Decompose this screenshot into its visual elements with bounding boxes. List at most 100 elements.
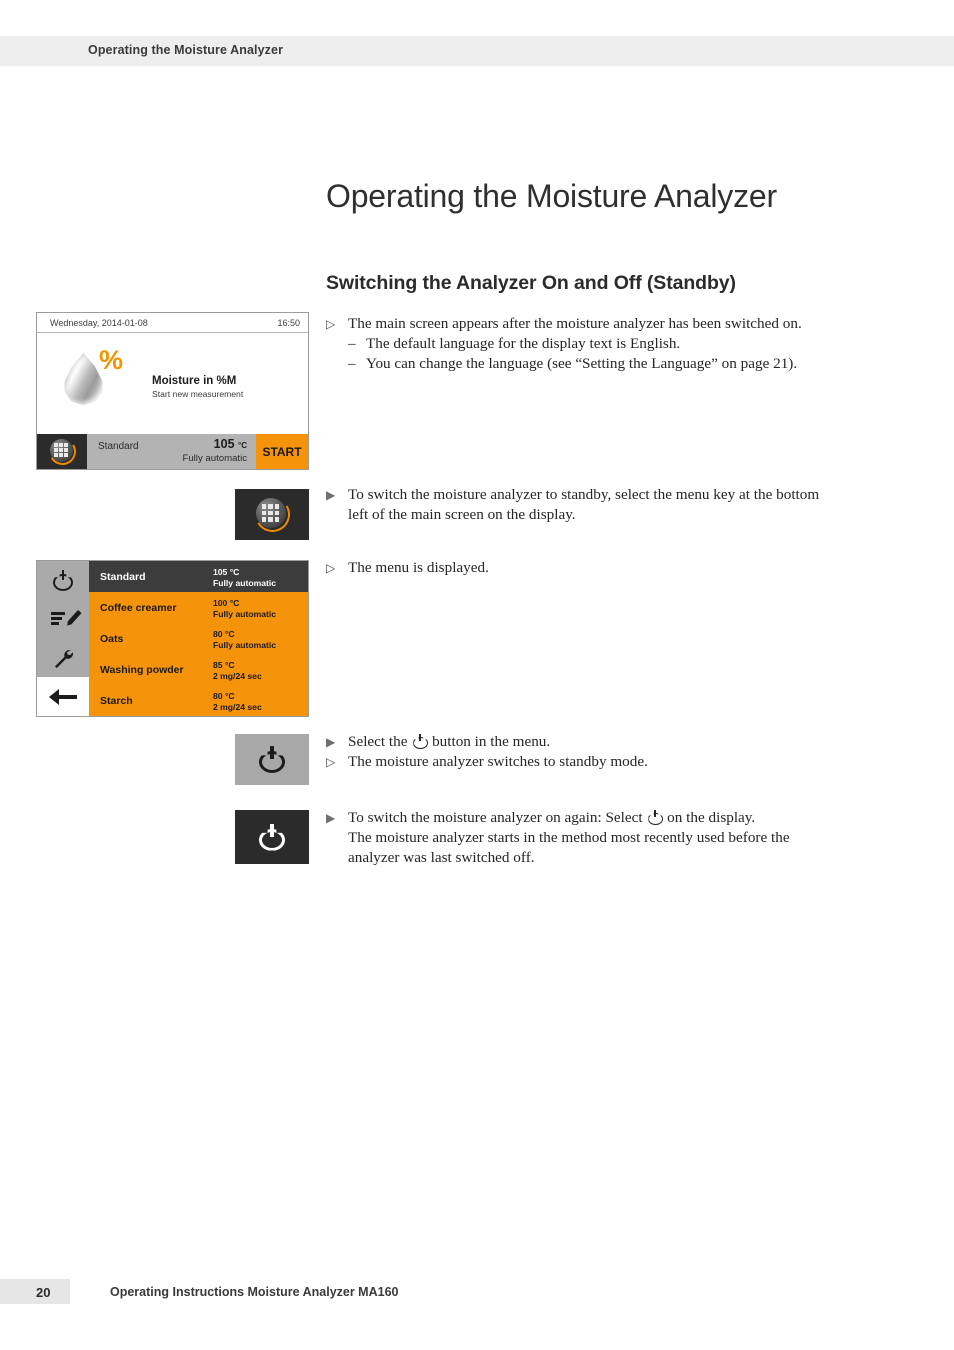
grid-menu-icon xyxy=(45,435,79,468)
step-5-line-2: The moisture analyzer starts in the meth… xyxy=(348,829,790,846)
power-icon xyxy=(259,823,285,851)
page-title: Operating the Moisture Analyzer xyxy=(326,178,777,214)
power-icon xyxy=(259,746,285,773)
footer-page-box xyxy=(0,1279,70,1304)
device-time: 16:50 xyxy=(277,318,300,328)
step-1-result: ▷ The main screen appears after the mois… xyxy=(326,314,871,334)
back-arrow-icon xyxy=(49,688,77,705)
step-2-block: ▶ To switch the moisture analyzer to sta… xyxy=(326,485,871,525)
step-2-action: ▶ To switch the moisture analyzer to sta… xyxy=(326,485,871,525)
method-name: Washing powder xyxy=(100,663,184,676)
step-4-result: ▷ The moisture analyzer switches to stan… xyxy=(326,752,871,772)
step-5-action: ▶ To switch the moisture analyzer on aga… xyxy=(326,808,871,868)
menu-screen-mockup: Standard 105 °C Fully automatic Coffee c… xyxy=(36,560,309,717)
method-list-item[interactable]: Starch 80 °C 2 mg/24 sec xyxy=(89,685,308,716)
step-4-action-text: Select the button in the menu. xyxy=(348,732,871,752)
menu-key-illustration[interactable] xyxy=(235,489,309,540)
grid-menu-icon xyxy=(250,493,294,536)
solid-triangle-icon: ▶ xyxy=(326,811,336,825)
method-mode: Fully automatic xyxy=(213,609,277,619)
method-temperature: 105 °C xyxy=(213,567,240,577)
sidebar-back-button[interactable] xyxy=(37,677,89,716)
method-list: Standard 105 °C Fully automatic Coffee c… xyxy=(89,561,308,716)
page-number: 20 xyxy=(36,1285,51,1300)
step-3-block: ▷ The menu is displayed. xyxy=(326,558,871,578)
percent-symbol-icon: % xyxy=(99,345,124,375)
method-temperature: 105 °C xyxy=(213,437,247,451)
step-1-sub-1-text: The default language for the display tex… xyxy=(366,335,681,352)
step-1-sub-2-text: You can change the language (see “Settin… xyxy=(366,355,798,372)
method-name: Oats xyxy=(100,632,124,645)
method-temperature: 80 °C xyxy=(213,691,235,701)
step-5-action-text: To switch the moisture analyzer on again… xyxy=(348,808,871,868)
section-heading: Switching the Analyzer On and Off (Stand… xyxy=(326,272,736,294)
method-mode: Fully automatic xyxy=(213,578,277,588)
footer-text: Operating Instructions Moisture Analyzer… xyxy=(110,1285,399,1299)
device-subline: Start new measurement xyxy=(152,389,244,399)
dash-marker: – xyxy=(348,335,356,352)
hollow-triangle-icon: ▷ xyxy=(326,561,336,575)
step-5-post: on the display. xyxy=(667,809,756,826)
sidebar-edit-button[interactable] xyxy=(37,599,89,639)
step-4-pre: Select the xyxy=(348,733,408,750)
method-mode: 2 mg/24 sec xyxy=(213,702,262,712)
step-5-pre: To switch the moisture analyzer on again… xyxy=(348,809,643,826)
grid-dots xyxy=(49,438,73,462)
standby-button-illustration[interactable] xyxy=(235,734,309,785)
method-mode: 2 mg/24 sec xyxy=(213,671,262,681)
solid-triangle-icon: ▶ xyxy=(326,735,336,749)
menu-key-button[interactable] xyxy=(37,434,87,469)
method-name: Coffee creamer xyxy=(100,601,177,614)
hollow-triangle-icon: ▷ xyxy=(326,317,336,331)
step-4-action: ▶ Select the button in the menu. xyxy=(326,732,871,752)
method-mode: Fully automatic xyxy=(182,453,247,464)
hollow-triangle-icon: ▷ xyxy=(326,755,336,769)
power-icon xyxy=(413,734,426,747)
method-name: Standard xyxy=(100,570,146,583)
method-list-item[interactable]: Coffee creamer 100 °C Fully automatic xyxy=(89,592,308,623)
wrench-icon xyxy=(52,647,74,669)
grid-dots xyxy=(255,498,286,528)
step-1-sub-1: – The default language for the display t… xyxy=(326,334,871,354)
method-temperature: 80 °C xyxy=(213,629,235,639)
step-2-action-text: To switch the moisture analyzer to stand… xyxy=(348,485,871,525)
step-5-line-3: analyzer was last switched off. xyxy=(348,849,535,866)
power-icon xyxy=(648,810,661,823)
method-temperature: 85 °C xyxy=(213,660,235,670)
device-bottom-bar: Standard 105 °C Fully automatic START xyxy=(37,434,308,469)
start-button[interactable]: START xyxy=(256,434,308,469)
step-3-result-text: The menu is displayed. xyxy=(348,559,489,576)
step-1-block: ▷ The main screen appears after the mois… xyxy=(326,314,871,374)
menu-sidebar xyxy=(37,561,89,716)
method-list-item[interactable]: Standard 105 °C Fully automatic xyxy=(89,561,308,592)
method-name: Starch xyxy=(100,694,133,707)
step-1-result-text: The main screen appears after the moistu… xyxy=(348,315,802,332)
step-2-line-1: To switch the moisture analyzer to stand… xyxy=(348,486,820,503)
step-5-block: ▶ To switch the moisture analyzer on aga… xyxy=(326,808,871,868)
method-temperature: 100 °C xyxy=(213,598,240,608)
device-status-bar: Wednesday, 2014-01-08 16:50 xyxy=(37,313,308,333)
method-list-item[interactable]: Oats 80 °C Fully automatic xyxy=(89,623,308,654)
sidebar-power-button[interactable] xyxy=(37,561,89,600)
device-headline: Moisture in %M xyxy=(152,375,237,387)
dash-marker: – xyxy=(348,355,356,372)
step-3-result: ▷ The menu is displayed. xyxy=(326,558,871,578)
method-info-cell[interactable]: Standard 105 °C Fully automatic xyxy=(87,434,256,469)
method-list-item[interactable]: Washing powder 85 °C 2 mg/24 sec xyxy=(89,654,308,685)
running-header-text: Operating the Moisture Analyzer xyxy=(88,43,284,57)
power-icon xyxy=(53,569,73,591)
power-on-button-illustration[interactable] xyxy=(235,810,309,864)
step-4-post: button in the menu. xyxy=(432,733,551,750)
step-4-block: ▶ Select the button in the menu. ▷ The m… xyxy=(326,732,871,772)
device-content-area: % Moisture in %M Start new measurement xyxy=(37,333,308,434)
sidebar-settings-button[interactable] xyxy=(37,638,89,678)
method-mode: Fully automatic xyxy=(213,640,277,650)
method-name: Standard xyxy=(98,441,139,452)
step-1-sub-2: – You can change the language (see “Sett… xyxy=(326,354,871,374)
step-2-line-2: left of the main screen on the display. xyxy=(348,506,576,523)
solid-triangle-icon: ▶ xyxy=(326,488,336,502)
step-4-result-text: The moisture analyzer switches to standb… xyxy=(348,753,648,770)
device-date: Wednesday, 2014-01-08 xyxy=(50,318,148,328)
edit-icon xyxy=(51,609,75,629)
main-screen-mockup: Wednesday, 2014-01-08 16:50 % Moisture i… xyxy=(36,312,309,470)
